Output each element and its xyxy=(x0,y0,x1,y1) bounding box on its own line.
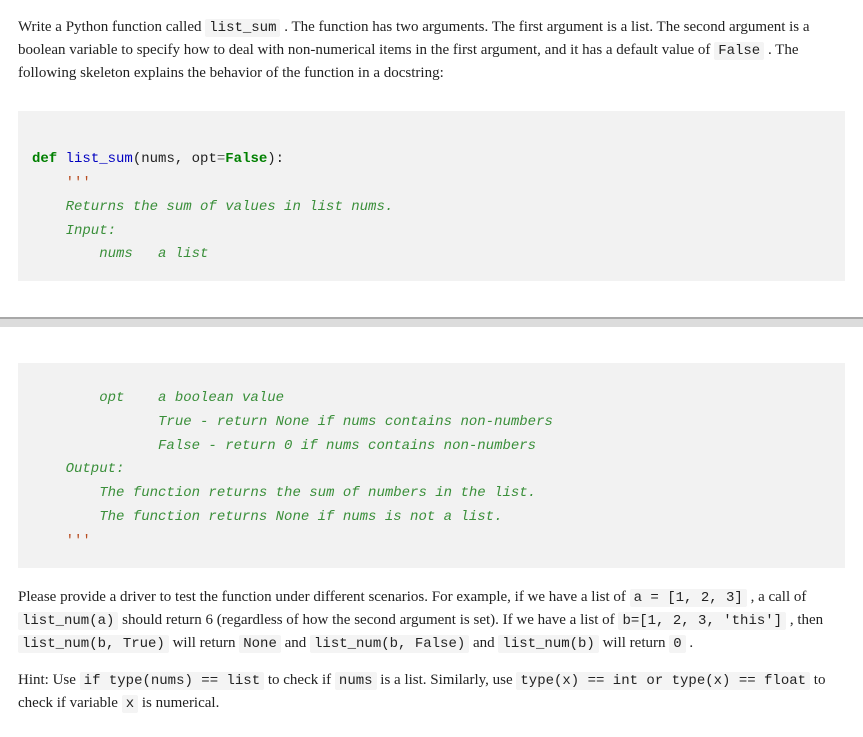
code-false: False xyxy=(714,42,764,60)
driver-seg-6: and xyxy=(281,635,310,651)
code-none: None xyxy=(239,635,281,653)
driver-seg-4: , then xyxy=(786,612,823,628)
code-x: x xyxy=(122,695,138,713)
driver-seg-9: . xyxy=(686,635,694,651)
code-call-b: list_num(b) xyxy=(498,635,598,653)
sig-eq: = xyxy=(217,151,225,167)
code-call-b-false: list_num(b, False) xyxy=(310,635,469,653)
section-separator xyxy=(0,317,863,327)
code-list-sum: list_sum xyxy=(205,19,280,37)
hint-seg-5: is numerical. xyxy=(138,695,219,711)
sig-false: False xyxy=(225,151,267,167)
doc-line-8: The function returns the sum of numbers … xyxy=(32,485,536,501)
driver-seg-3: should return 6 (regardless of how the s… xyxy=(118,612,618,628)
code-b-list: b=[1, 2, 3, 'this'] xyxy=(618,612,786,630)
driver-paragraph: Please provide a driver to test the func… xyxy=(18,586,845,655)
intro-paragraph: Write a Python function called list_sum … xyxy=(0,0,863,97)
code-type-list: if type(nums) == list xyxy=(80,672,264,690)
doc-line-2: Input: xyxy=(32,223,116,239)
hint-seg-3: is a list. Similarly, use xyxy=(377,672,517,688)
doc-line-5: True - return None if nums contains non-… xyxy=(32,414,553,430)
code-a-list: a = [1, 2, 3] xyxy=(630,589,747,607)
doc-line-6: False - return 0 if nums contains non-nu… xyxy=(32,438,536,454)
driver-seg-5: will return xyxy=(169,635,239,651)
driver-seg-1: Please provide a driver to test the func… xyxy=(18,589,630,605)
sig-open: (nums, opt xyxy=(133,151,217,167)
driver-seg-7: and xyxy=(469,635,498,651)
code-call-b-true: list_num(b, True) xyxy=(18,635,169,653)
intro-seg-1: Write a Python function called xyxy=(18,19,205,35)
doc-line-4: opt a boolean value xyxy=(32,390,284,406)
code-skeleton-top: def list_sum(nums, opt=False): ''' Retur… xyxy=(18,111,845,282)
hint-seg-1: Hint: Use xyxy=(18,672,80,688)
code-zero: 0 xyxy=(669,635,685,653)
doc-line-3: nums a list xyxy=(32,246,208,262)
code-nums: nums xyxy=(335,672,377,690)
driver-seg-8: will return xyxy=(599,635,669,651)
driver-section: Please provide a driver to test the func… xyxy=(0,568,863,727)
docstring-close: ''' xyxy=(32,533,91,549)
intro-text: Write a Python function called list_sum … xyxy=(18,16,845,85)
code-call-a: list_num(a) xyxy=(18,612,118,630)
doc-line-1: Returns the sum of values in list nums. xyxy=(32,199,393,215)
doc-line-7: Output: xyxy=(32,461,124,477)
sig-close: ): xyxy=(267,151,284,167)
kw-def: def xyxy=(32,151,57,167)
hint-paragraph: Hint: Use if type(nums) == list to check… xyxy=(18,669,845,715)
doc-line-9: The function returns None if nums is not… xyxy=(32,509,502,525)
fn-name: list_sum xyxy=(66,151,133,167)
code-skeleton-bottom: opt a boolean value True - return None i… xyxy=(18,363,845,567)
hint-seg-2: to check if xyxy=(264,672,335,688)
driver-seg-2: , a call of xyxy=(747,589,807,605)
code-type-intfloat: type(x) == int or type(x) == float xyxy=(516,672,810,690)
docstring-open: ''' xyxy=(32,175,91,191)
